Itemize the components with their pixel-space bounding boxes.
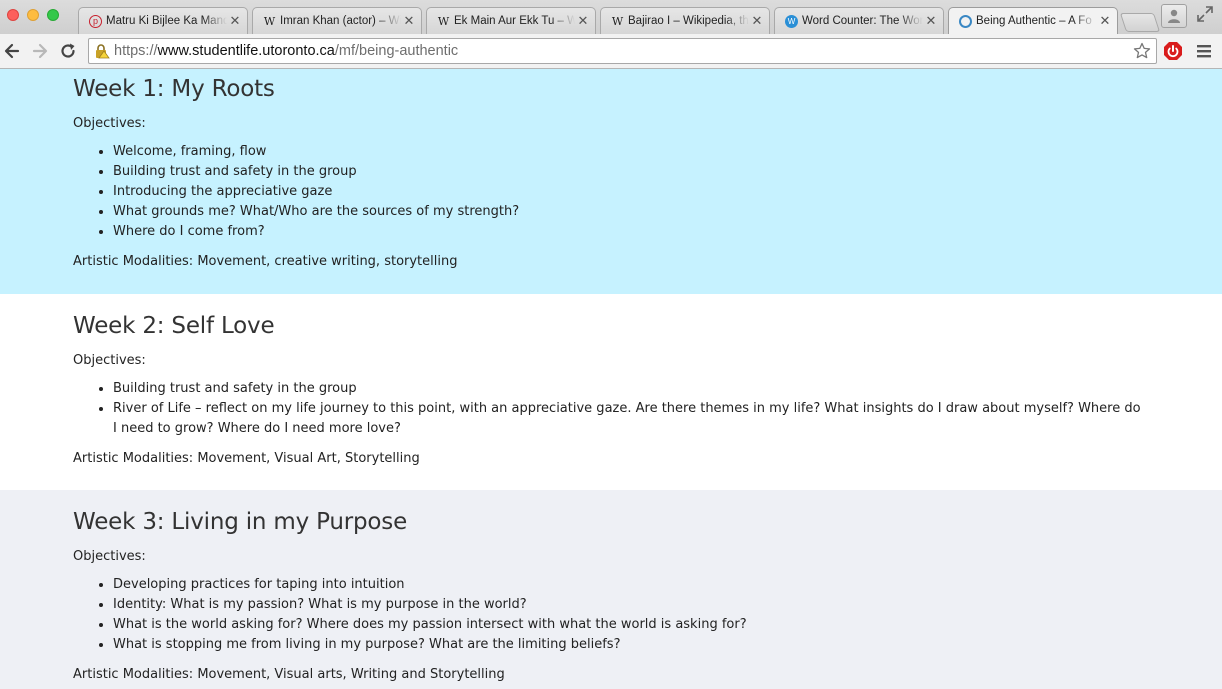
week-title: Week 1: My Roots (73, 76, 275, 102)
objectives-label: Objectives: (73, 116, 146, 131)
window-close-button[interactable] (7, 9, 19, 21)
list-item: Identity: What is my passion? What is my… (113, 595, 1142, 615)
close-icon[interactable]: ✕ (577, 14, 589, 27)
list-item: Where do I come from? (113, 222, 1142, 242)
list-item: River of Life – reflect on my life journ… (113, 399, 1142, 439)
adblock-extension-icon[interactable] (1163, 41, 1183, 61)
tab-title: Word Counter: The Word Count Tool (802, 15, 923, 27)
address-bar[interactable]: https://www.studentlife.utoronto.ca/mf/b… (88, 38, 1157, 64)
objectives-label: Objectives: (73, 353, 146, 368)
week-2-section: Week 2: Self Love Objectives: Building t… (0, 294, 1222, 490)
list-item: Building trust and safety in the group (113, 162, 1142, 182)
objectives-list: Developing practices for taping into int… (73, 575, 1142, 655)
tab-title: Ek Main Aur Ekk Tu – Wikipedia (454, 15, 575, 27)
objectives-label: Objectives: (73, 549, 146, 564)
tab-imran-khan[interactable]: W Imran Khan (actor) – Wikipedia ✕ (252, 7, 422, 34)
objectives-list: Welcome, framing, flow Building trust an… (73, 142, 1142, 242)
close-icon[interactable]: ✕ (229, 14, 241, 27)
wikipedia-icon: W (437, 14, 450, 28)
reload-icon[interactable] (58, 41, 78, 61)
close-icon[interactable]: ✕ (751, 14, 763, 27)
artistic-modalities: Artistic Modalities: Movement, Visual Ar… (73, 451, 420, 466)
person-icon (1168, 9, 1180, 23)
window-zoom-button[interactable] (47, 9, 59, 21)
profile-button[interactable] (1161, 4, 1187, 28)
list-item: Building trust and safety in the group (113, 379, 1142, 399)
objectives-list: Building trust and safety in the group R… (73, 379, 1142, 439)
back-arrow-icon[interactable] (2, 41, 22, 61)
pinterest-icon: p (89, 14, 102, 28)
week-1-section: Week 1: My Roots Objectives: Welcome, fr… (0, 69, 1222, 294)
menu-icon[interactable] (1197, 43, 1211, 59)
page-content: Week 1: My Roots Objectives: Welcome, fr… (0, 69, 1222, 689)
forward-arrow-icon[interactable] (30, 41, 50, 61)
list-item: What is the world asking for? Where does… (113, 615, 1142, 635)
week-title: Week 3: Living in my Purpose (73, 509, 408, 535)
toolbar: https://www.studentlife.utoronto.ca/mf/b… (0, 34, 1222, 69)
bookmark-star-icon[interactable] (1133, 42, 1151, 60)
tab-matru-ki-bijlee[interactable]: p Matru Ki Bijlee Ka Mandola ✕ (78, 7, 248, 34)
url-text[interactable]: https://www.studentlife.utoronto.ca/mf/b… (114, 42, 458, 60)
artistic-modalities: Artistic Modalities: Movement, creative … (73, 254, 458, 269)
url-scheme: https:// (114, 43, 158, 59)
student-life-icon (959, 14, 972, 28)
url-domain: www.studentlife.utoronto.ca (157, 43, 335, 59)
warning-lock-icon[interactable] (94, 43, 110, 59)
week-3-section: Week 3: Living in my Purpose Objectives:… (0, 490, 1222, 689)
tab-title: Bajirao I – Wikipedia, the free encyclop… (628, 15, 749, 27)
tab-word-counter[interactable]: W Word Counter: The Word Count Tool ✕ (774, 7, 944, 34)
tab-title: Being Authentic – A Fo (976, 15, 1092, 27)
tab-title: Matru Ki Bijlee Ka Mandola (106, 15, 227, 27)
wikipedia-icon: W (611, 14, 624, 28)
list-item: What grounds me? What/Who are the source… (113, 202, 1142, 222)
new-tab-button[interactable] (1119, 13, 1161, 32)
tab-strip: p Matru Ki Bijlee Ka Mandola ✕ W Imran K… (0, 0, 1222, 34)
url-path: /mf/being-authentic (334, 43, 459, 59)
list-item: Welcome, framing, flow (113, 142, 1142, 162)
tab-title: Imran Khan (actor) – Wikipedia (280, 15, 401, 27)
artistic-modalities: Artistic Modalities: Movement, Visual ar… (73, 667, 505, 682)
close-icon[interactable]: ✕ (403, 14, 415, 27)
wikipedia-icon: W (263, 14, 276, 28)
tabs: p Matru Ki Bijlee Ka Mandola ✕ W Imran K… (78, 7, 1122, 34)
fullscreen-icon[interactable] (1196, 5, 1214, 23)
list-item: What is stopping me from living in my pu… (113, 635, 1142, 655)
tab-being-authentic[interactable]: Being Authentic – A Fo ✕ (948, 7, 1118, 34)
close-icon[interactable]: ✕ (925, 14, 937, 27)
list-item: Introducing the appreciative gaze (113, 182, 1142, 202)
list-item: Developing practices for taping into int… (113, 575, 1142, 595)
window-minimize-button[interactable] (27, 9, 39, 21)
week-title: Week 2: Self Love (73, 313, 275, 339)
word-counter-icon: W (785, 14, 798, 28)
tab-ek-main-aur-ekk-tu[interactable]: W Ek Main Aur Ekk Tu – Wikipedia ✕ (426, 7, 596, 34)
tab-bajirao[interactable]: W Bajirao I – Wikipedia, the free encycl… (600, 7, 770, 34)
browser-chrome: p Matru Ki Bijlee Ka Mandola ✕ W Imran K… (0, 0, 1222, 69)
close-icon[interactable]: ✕ (1099, 14, 1111, 27)
